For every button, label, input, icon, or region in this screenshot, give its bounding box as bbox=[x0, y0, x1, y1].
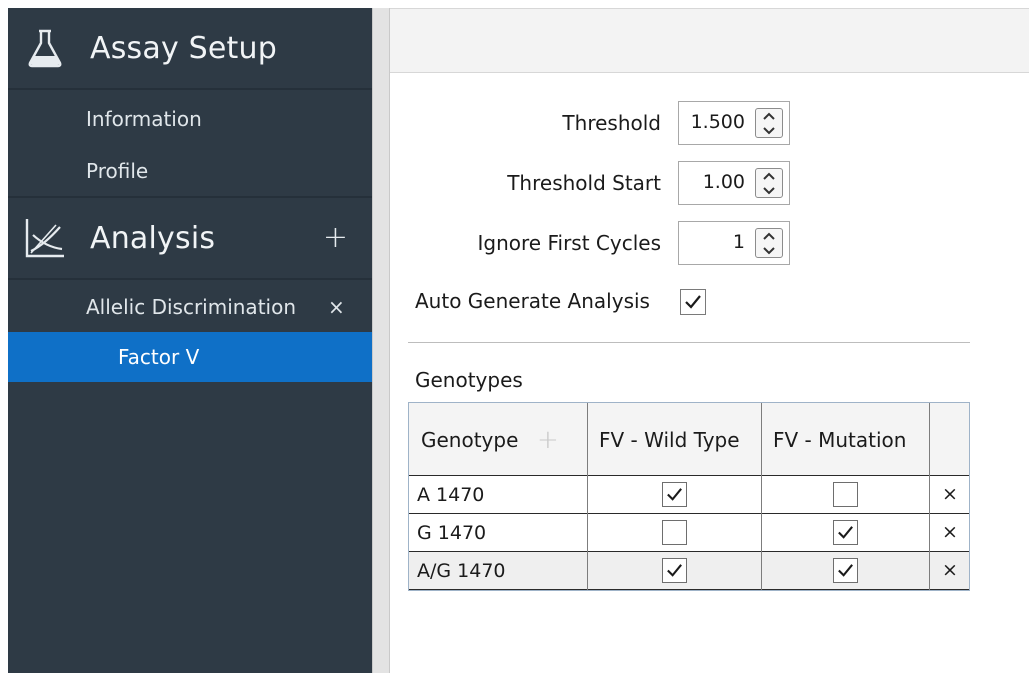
sidebar-item-label: Information bbox=[86, 107, 202, 131]
sidebar-item-profile[interactable]: Profile bbox=[8, 146, 372, 196]
threshold-start-spinbox[interactable]: 1.00 bbox=[678, 161, 790, 205]
sidebar-item-label: Profile bbox=[86, 159, 149, 183]
chevron-down-icon[interactable] bbox=[756, 123, 782, 137]
column-header-wild-type: FV - Wild Type bbox=[599, 427, 740, 452]
checkmark-icon bbox=[838, 564, 853, 577]
chevron-down-icon[interactable] bbox=[756, 243, 782, 257]
sidebar: Assay Setup Information Profile Analysis… bbox=[8, 8, 372, 673]
divider bbox=[408, 342, 970, 343]
checkmark-icon bbox=[667, 488, 682, 501]
assay-setup-title: Assay Setup bbox=[90, 30, 277, 66]
delete-row-button[interactable]: × bbox=[942, 483, 958, 505]
chevron-down-icon[interactable] bbox=[756, 183, 782, 197]
threshold-value: 1.500 bbox=[690, 111, 745, 133]
sidebar-item-label: Factor V bbox=[118, 345, 200, 369]
wild-type-checkbox[interactable] bbox=[662, 558, 687, 583]
sidebar-item-factor-v[interactable]: Factor V bbox=[8, 332, 372, 382]
analysis-title: Analysis bbox=[90, 220, 216, 256]
threshold-label: Threshold bbox=[562, 111, 661, 135]
add-analysis-button[interactable]: + bbox=[323, 223, 348, 253]
checkmark-icon bbox=[685, 295, 701, 309]
spinner-buttons[interactable] bbox=[755, 108, 783, 138]
column-divider bbox=[929, 403, 930, 590]
threshold-spinbox[interactable]: 1.500 bbox=[678, 101, 790, 145]
add-genotype-button[interactable]: + bbox=[537, 403, 559, 476]
genotype-name: A/G 1470 bbox=[417, 560, 506, 582]
checkmark-icon bbox=[838, 526, 853, 539]
genotype-name: A 1470 bbox=[417, 484, 485, 506]
divider bbox=[8, 278, 372, 280]
chevron-up-icon[interactable] bbox=[756, 109, 782, 123]
ignore-first-cycles-spinbox[interactable]: 1 bbox=[678, 221, 790, 265]
column-divider bbox=[587, 403, 588, 590]
assay-setup-header[interactable]: Assay Setup bbox=[8, 8, 372, 88]
mutation-checkbox[interactable] bbox=[833, 520, 858, 545]
sidebar-item-information[interactable]: Information bbox=[8, 94, 372, 144]
genotype-name: G 1470 bbox=[417, 522, 487, 544]
ignore-first-cycles-value: 1 bbox=[732, 231, 745, 253]
genotypes-table: Genotype + FV - Wild Type FV - Mutation … bbox=[408, 402, 970, 591]
chart-analysis-icon bbox=[25, 219, 64, 258]
analysis-header[interactable]: Analysis + bbox=[8, 198, 372, 278]
spinner-buttons[interactable] bbox=[755, 228, 783, 258]
auto-generate-checkbox[interactable] bbox=[680, 289, 706, 315]
delete-row-button[interactable]: × bbox=[942, 521, 958, 543]
main-toolbar bbox=[390, 8, 1029, 73]
threshold-start-label: Threshold Start bbox=[507, 171, 661, 195]
column-header-mutation: FV - Mutation bbox=[773, 427, 907, 452]
checkmark-icon bbox=[667, 564, 682, 577]
close-icon[interactable]: × bbox=[328, 295, 345, 319]
wild-type-checkbox[interactable] bbox=[662, 520, 687, 545]
splitter[interactable] bbox=[372, 8, 390, 673]
genotypes-title: Genotypes bbox=[415, 368, 523, 392]
threshold-start-value: 1.00 bbox=[702, 171, 745, 193]
sidebar-item-allelic-discrimination[interactable]: Allelic Discrimination × bbox=[8, 282, 372, 332]
wild-type-checkbox[interactable] bbox=[662, 482, 687, 507]
sidebar-item-label: Allelic Discrimination bbox=[86, 295, 296, 319]
mutation-checkbox[interactable] bbox=[833, 558, 858, 583]
table-row[interactable]: A 1470 × bbox=[409, 476, 969, 514]
mutation-checkbox[interactable] bbox=[833, 482, 858, 507]
table-row[interactable]: A/G 1470 × bbox=[409, 552, 969, 590]
ignore-first-cycles-label: Ignore First Cycles bbox=[477, 231, 661, 255]
app-window: Assay Setup Information Profile Analysis… bbox=[0, 0, 1029, 673]
auto-generate-label: Auto Generate Analysis bbox=[415, 289, 650, 313]
chevron-up-icon[interactable] bbox=[756, 229, 782, 243]
delete-row-button[interactable]: × bbox=[942, 559, 958, 581]
divider bbox=[8, 88, 372, 90]
table-row[interactable]: G 1470 × bbox=[409, 514, 969, 552]
flask-icon bbox=[28, 29, 62, 68]
spinner-buttons[interactable] bbox=[755, 168, 783, 198]
column-header-genotype: Genotype bbox=[421, 427, 519, 452]
column-divider bbox=[761, 403, 762, 590]
table-header: Genotype + FV - Wild Type FV - Mutation bbox=[409, 403, 969, 476]
chevron-up-icon[interactable] bbox=[756, 169, 782, 183]
